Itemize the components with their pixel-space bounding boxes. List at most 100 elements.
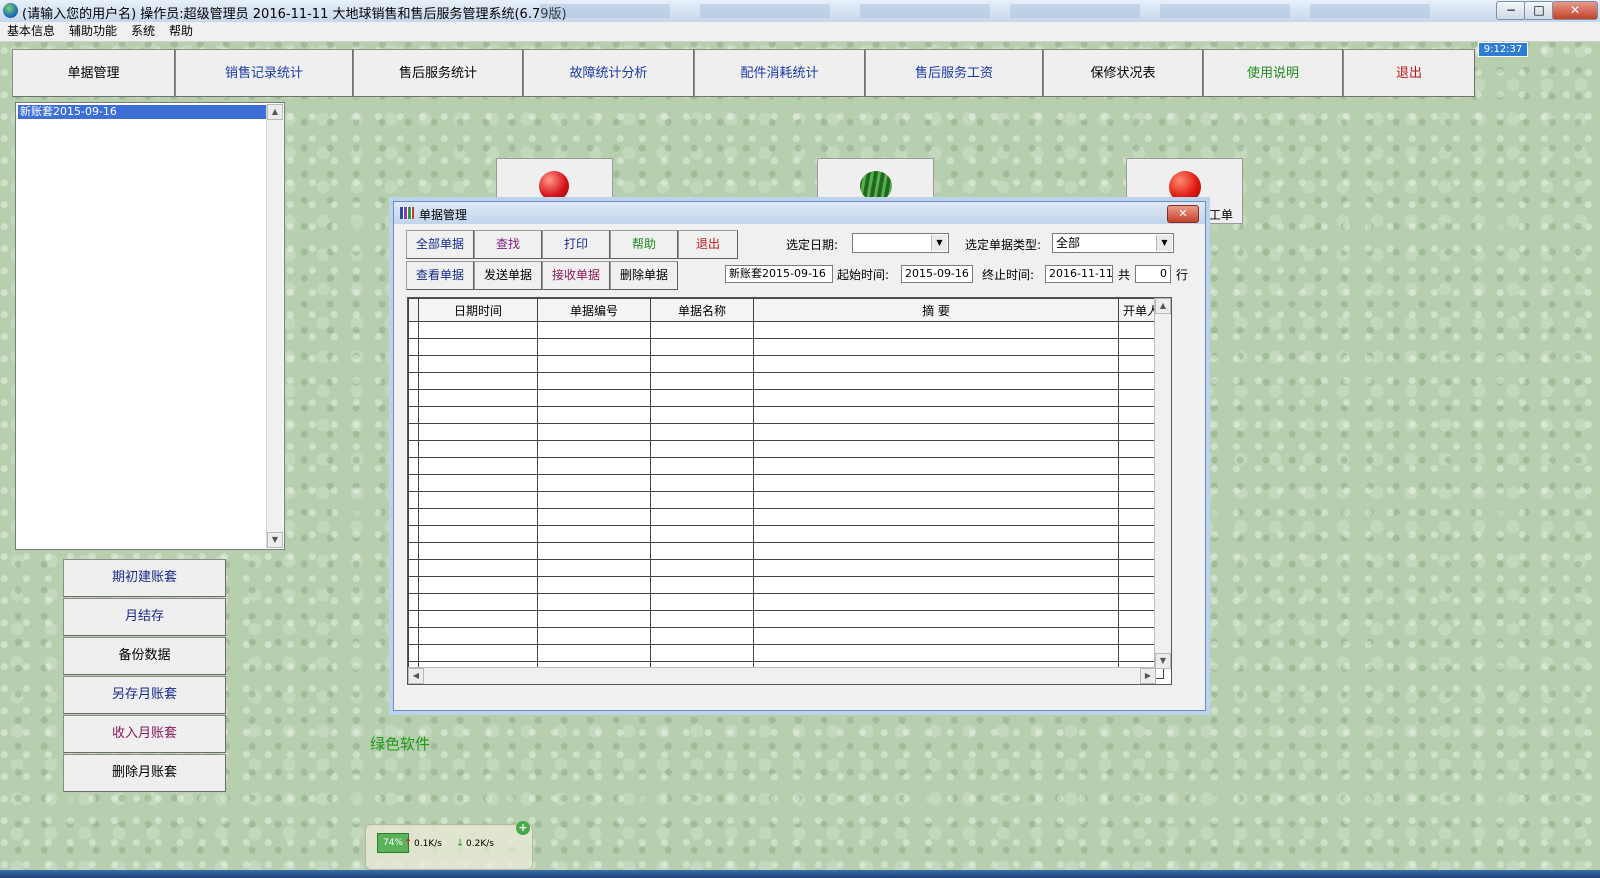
table-cell[interactable] (537, 525, 651, 543)
table-cell[interactable] (753, 559, 1119, 577)
scroll-left-arrow-icon[interactable]: ◀ (408, 668, 424, 684)
monthly-carryover-button[interactable]: 月结存 (63, 598, 226, 636)
table-cell[interactable] (537, 321, 651, 339)
send-document-button[interactable]: 发送单据 (474, 261, 542, 290)
table-cell[interactable] (650, 525, 754, 543)
table-row[interactable] (408, 593, 1164, 611)
nav-exit[interactable]: 退出 (1343, 49, 1475, 97)
row-selector-cell[interactable] (408, 610, 419, 628)
nav-service-wages[interactable]: 售后服务工资 (865, 49, 1043, 97)
table-cell[interactable] (753, 644, 1119, 662)
widget-plus-button[interactable]: + (516, 821, 530, 835)
nav-after-sales-stats[interactable]: 售后服务统计 (353, 49, 523, 97)
table-cell[interactable] (650, 355, 754, 373)
restore-button[interactable]: □ (1524, 1, 1554, 20)
table-cell[interactable] (418, 627, 538, 645)
table-cell[interactable] (537, 474, 651, 492)
table-cell[interactable] (753, 423, 1119, 441)
row-selector-cell[interactable] (408, 576, 419, 594)
nav-warranty-status[interactable]: 保修状况表 (1043, 49, 1203, 97)
table-cell[interactable] (418, 508, 538, 526)
table-cell[interactable] (537, 457, 651, 475)
table-cell[interactable] (537, 610, 651, 628)
table-cell[interactable] (650, 644, 754, 662)
dialog-close-button[interactable]: ✕ (1167, 205, 1199, 223)
table-cell[interactable] (537, 338, 651, 356)
row-selector-cell[interactable] (408, 440, 419, 458)
view-document-button[interactable]: 查看单据 (406, 261, 474, 290)
table-row[interactable] (408, 423, 1164, 441)
table-cell[interactable] (418, 372, 538, 390)
row-selector-cell[interactable] (408, 525, 419, 543)
table-cell[interactable] (650, 491, 754, 509)
scroll-up-arrow-icon[interactable]: ▲ (1155, 298, 1171, 314)
table-cell[interactable] (650, 508, 754, 526)
table-cell[interactable] (650, 542, 754, 560)
column-header-summary[interactable]: 摘 要 (753, 298, 1119, 322)
table-cell[interactable] (418, 423, 538, 441)
table-cell[interactable] (753, 474, 1119, 492)
table-cell[interactable] (650, 559, 754, 577)
column-header-document-name[interactable]: 单据名称 (650, 298, 754, 322)
nav-user-guide[interactable]: 使用说明 (1203, 49, 1343, 97)
column-header-document-number[interactable]: 单据编号 (537, 298, 651, 322)
table-row[interactable] (408, 576, 1164, 594)
row-selector-cell[interactable] (408, 338, 419, 356)
network-speed-widget[interactable]: 74% ↑ 0.1K/s ↓ 0.2K/s + (365, 821, 533, 870)
table-cell[interactable] (650, 610, 754, 628)
row-selector-cell[interactable] (408, 355, 419, 373)
table-cell[interactable] (650, 406, 754, 424)
find-button[interactable]: 查找 (474, 230, 542, 259)
dialog-exit-button[interactable]: 退出 (678, 230, 738, 259)
table-cell[interactable] (753, 406, 1119, 424)
end-time-field[interactable]: 2016-11-11 (1045, 265, 1113, 283)
create-initial-account-button[interactable]: 期初建账套 (63, 559, 226, 597)
table-cell[interactable] (418, 440, 538, 458)
table-row[interactable] (408, 406, 1164, 424)
account-list-scrollbar[interactable]: ▲ ▼ (266, 104, 283, 548)
table-cell[interactable] (650, 457, 754, 475)
table-cell[interactable] (650, 372, 754, 390)
table-cell[interactable] (753, 627, 1119, 645)
table-cell[interactable] (753, 576, 1119, 594)
menu-help[interactable]: 帮助 (162, 22, 200, 41)
nav-parts-consumption[interactable]: 配件消耗统计 (694, 49, 865, 97)
table-cell[interactable] (650, 474, 754, 492)
table-cell[interactable] (650, 321, 754, 339)
table-cell[interactable] (537, 423, 651, 441)
table-cell[interactable] (418, 389, 538, 407)
table-cell[interactable] (650, 576, 754, 594)
save-as-month-account-button[interactable]: 另存月账套 (63, 676, 226, 714)
row-selector-cell[interactable] (408, 627, 419, 645)
scroll-down-arrow-icon[interactable]: ▼ (267, 532, 283, 548)
table-row[interactable] (408, 372, 1164, 390)
backup-data-button[interactable]: 备份数据 (63, 637, 226, 675)
start-time-field[interactable]: 2015-09-16 (901, 265, 973, 283)
table-cell[interactable] (753, 542, 1119, 560)
documents-grid[interactable]: 日期时间 单据编号 单据名称 摘 要 开单人 ▲ ▼ ◀ ▶ (407, 297, 1172, 685)
table-row[interactable] (408, 508, 1164, 526)
table-cell[interactable] (537, 389, 651, 407)
print-button[interactable]: 打印 (542, 230, 610, 259)
table-cell[interactable] (537, 644, 651, 662)
row-selector-cell[interactable] (408, 644, 419, 662)
table-cell[interactable] (418, 474, 538, 492)
delete-document-button[interactable]: 删除单据 (610, 261, 678, 290)
grid-horizontal-scrollbar[interactable]: ◀ ▶ (408, 667, 1156, 684)
table-row[interactable] (408, 542, 1164, 560)
table-cell[interactable] (418, 321, 538, 339)
table-cell[interactable] (537, 542, 651, 560)
table-cell[interactable] (650, 593, 754, 611)
account-list[interactable]: 新账套2015-09-16 ▲ ▼ (15, 102, 285, 550)
nav-document-management[interactable]: 单据管理 (12, 49, 175, 97)
table-row[interactable] (408, 559, 1164, 577)
table-cell[interactable] (537, 372, 651, 390)
table-cell[interactable] (537, 627, 651, 645)
row-selector-cell[interactable] (408, 542, 419, 560)
row-selector-cell[interactable] (408, 389, 419, 407)
table-cell[interactable] (650, 389, 754, 407)
table-row[interactable] (408, 321, 1164, 339)
table-cell[interactable] (753, 491, 1119, 509)
import-month-account-button[interactable]: 收入月账套 (63, 715, 226, 753)
row-selector-cell[interactable] (408, 372, 419, 390)
